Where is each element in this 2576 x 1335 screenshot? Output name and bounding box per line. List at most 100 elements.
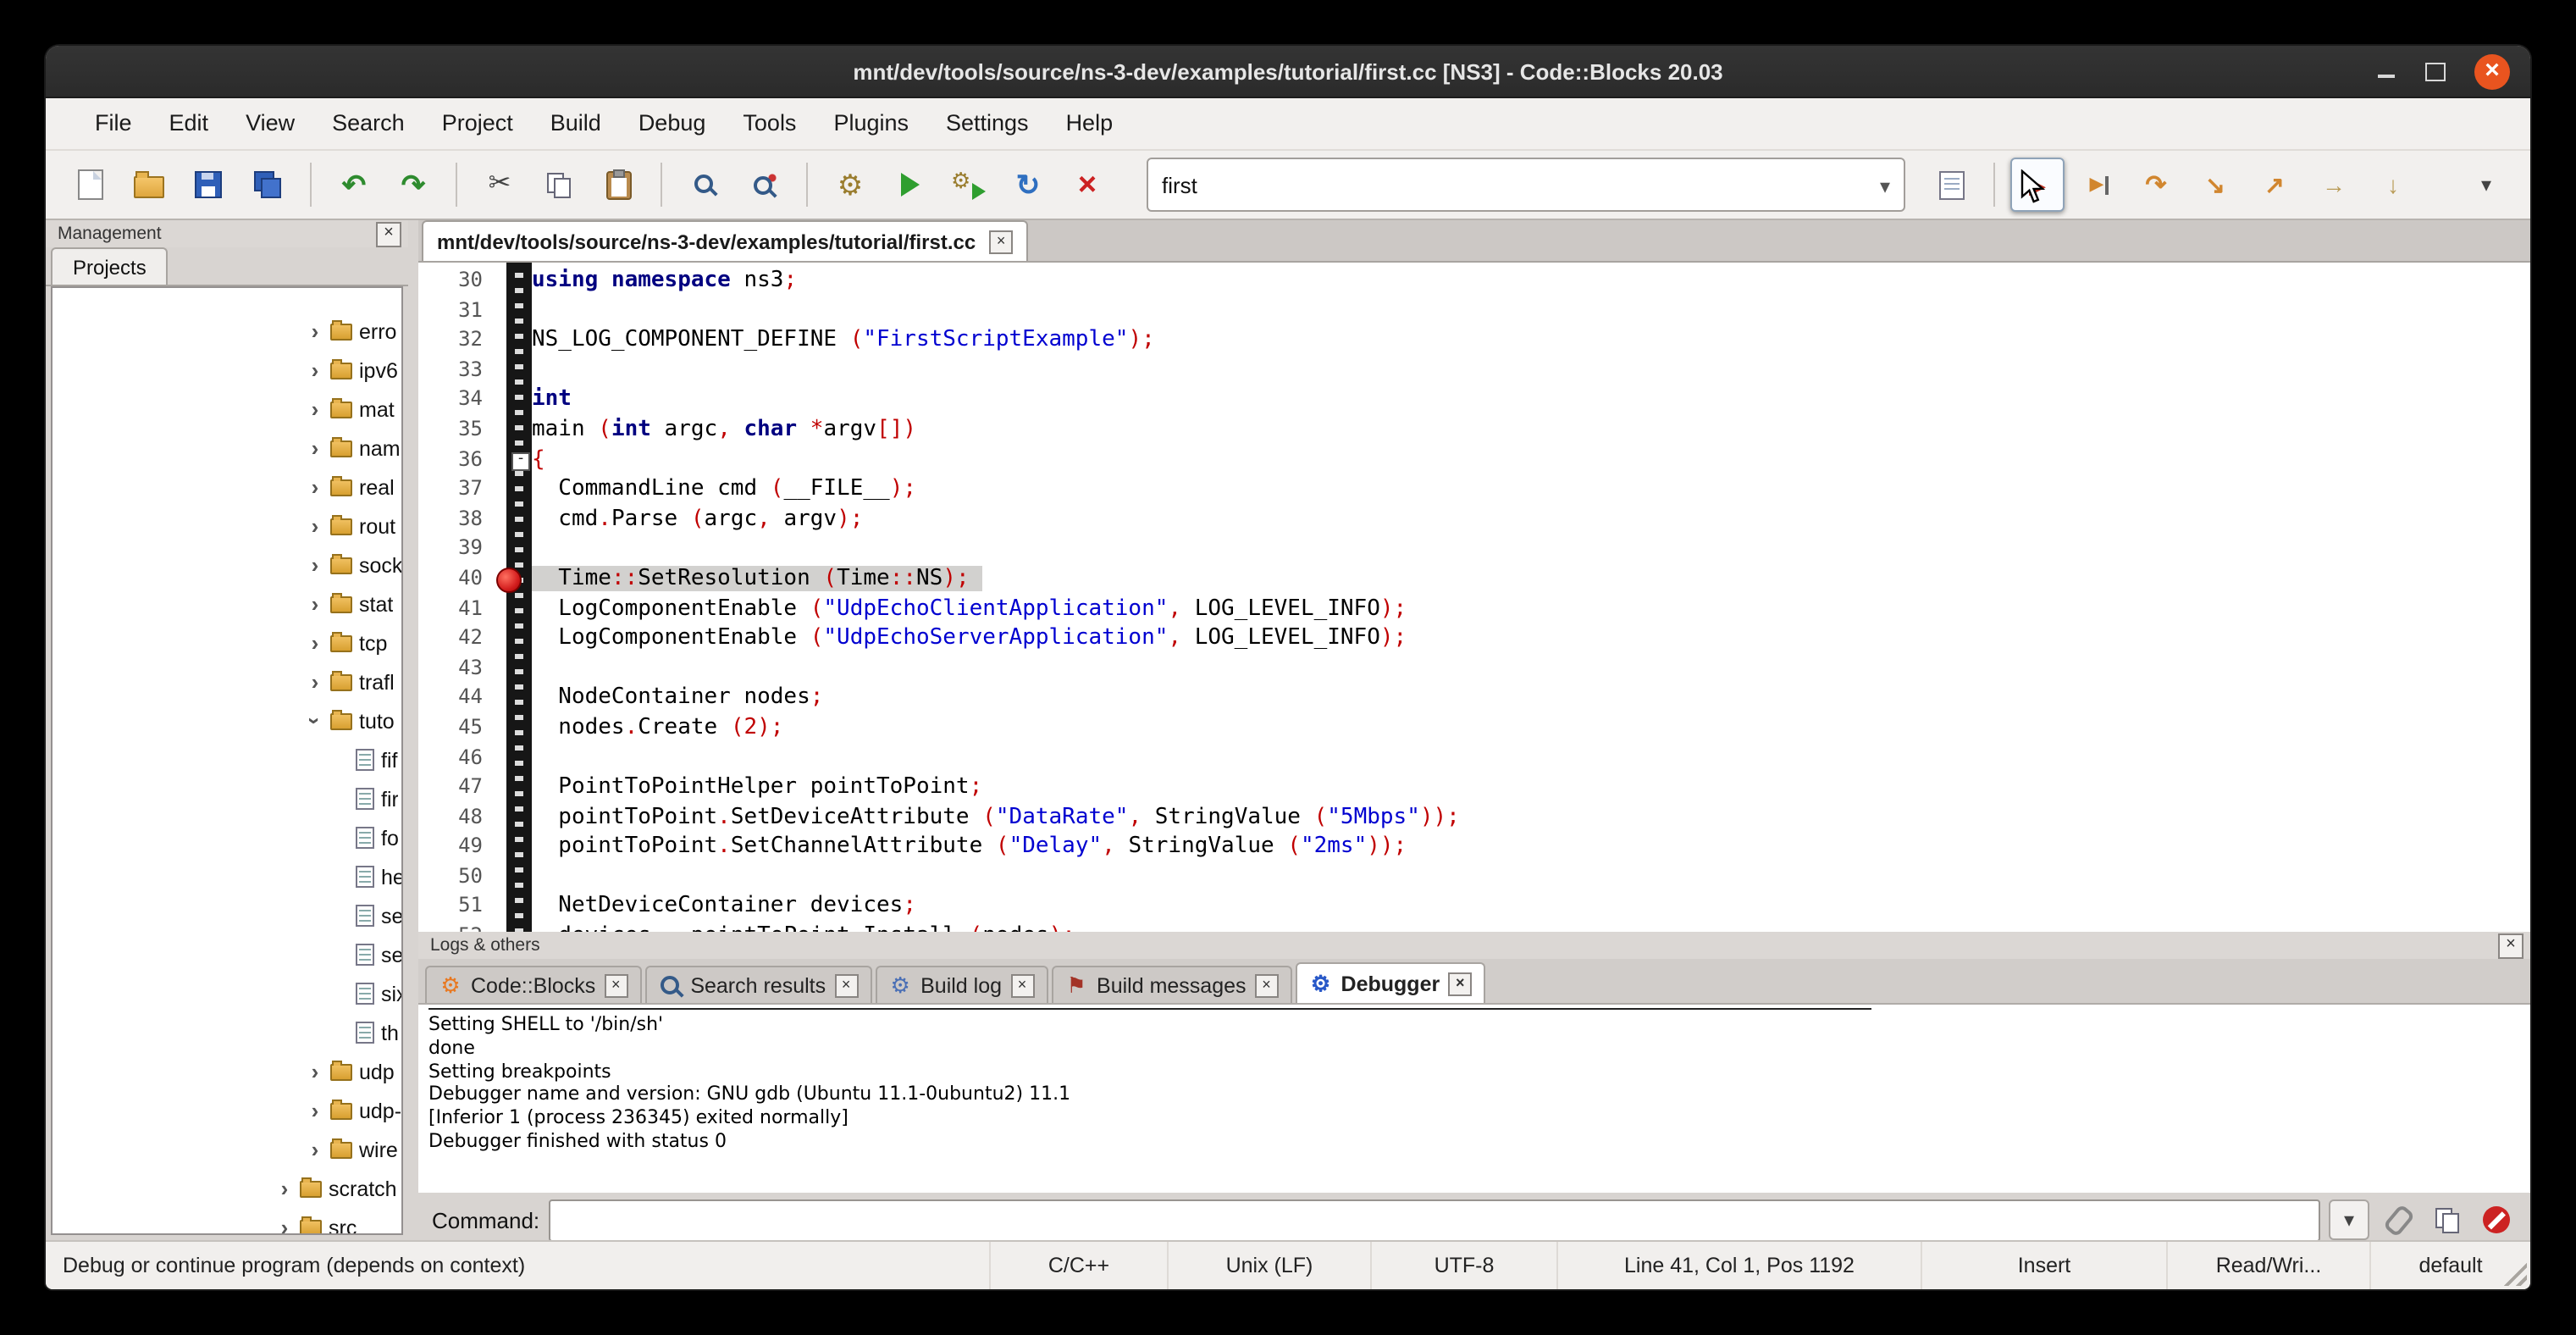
tree-item[interactable]: six: [53, 974, 401, 1013]
step-out-button[interactable]: [2247, 158, 2302, 212]
debugger-output[interactable]: Setting SHELL to '/bin/sh'doneSetting br…: [418, 1003, 2530, 1193]
tree-item[interactable]: wire: [53, 1130, 401, 1169]
menu-debug[interactable]: Debug: [620, 98, 725, 149]
close-icon[interactable]: [2474, 53, 2510, 89]
line-number[interactable]: 48: [418, 802, 493, 832]
titlebar[interactable]: mnt/dev/tools/source/ns-3-dev/examples/t…: [46, 46, 2530, 98]
menu-settings[interactable]: Settings: [927, 98, 1048, 149]
attach-file-button[interactable]: [2378, 1199, 2418, 1240]
close-tab-icon[interactable]: [1255, 973, 1279, 997]
chevron-collapsed-icon[interactable]: [305, 435, 325, 461]
menu-search[interactable]: Search: [313, 98, 423, 149]
build-button[interactable]: [823, 158, 877, 212]
tree-item[interactable]: udp-: [53, 1091, 401, 1130]
chevron-collapsed-icon[interactable]: [305, 591, 325, 617]
line-number[interactable]: 40: [418, 564, 493, 594]
tree-item[interactable]: fir: [53, 779, 401, 818]
chevron-collapsed-icon[interactable]: [305, 669, 325, 695]
tree-item[interactable]: th: [53, 1013, 401, 1052]
tree-item[interactable]: tcp: [53, 623, 401, 662]
close-tab-icon[interactable]: [989, 230, 1013, 253]
tree-item[interactable]: sock: [53, 546, 401, 584]
run-button[interactable]: [882, 158, 937, 212]
line-number[interactable]: 39: [418, 535, 493, 564]
save-all-button[interactable]: [240, 158, 295, 212]
run-to-cursor-button[interactable]: [2070, 158, 2124, 212]
menu-file[interactable]: File: [76, 98, 151, 149]
logs-tab-build-messages[interactable]: Build messages: [1051, 966, 1292, 1003]
line-number[interactable]: 44: [418, 684, 493, 713]
menu-view[interactable]: View: [227, 98, 313, 149]
line-number[interactable]: 33: [418, 356, 493, 385]
tree-item[interactable]: se: [53, 896, 401, 935]
menu-tools[interactable]: Tools: [724, 98, 815, 149]
logs-tab-code-blocks[interactable]: Code::Blocks: [425, 966, 641, 1003]
logs-tab-search-results[interactable]: Search results: [644, 966, 871, 1003]
tree-item[interactable]: udp: [53, 1052, 401, 1091]
tree-item[interactable]: erro: [53, 312, 401, 351]
toolbar-overflow-button[interactable]: [2459, 158, 2513, 212]
close-tab-icon[interactable]: [604, 973, 627, 997]
chevron-collapsed-icon[interactable]: [305, 319, 325, 344]
redo-button[interactable]: [386, 158, 440, 212]
fold-marker-icon[interactable]: [511, 451, 530, 470]
close-logs-icon[interactable]: [2498, 933, 2523, 958]
chevron-collapsed-icon[interactable]: [305, 1098, 325, 1123]
new-file-button[interactable]: [63, 158, 117, 212]
tree-item[interactable]: fif: [53, 740, 401, 779]
line-number[interactable]: 43: [418, 653, 493, 683]
undo-button[interactable]: [327, 158, 381, 212]
tree-item[interactable]: ipv6: [53, 351, 401, 390]
chevron-collapsed-icon[interactable]: [305, 1137, 325, 1162]
save-button[interactable]: [181, 158, 235, 212]
tree-item[interactable]: scratch: [53, 1169, 401, 1208]
chevron-collapsed-icon[interactable]: [305, 552, 325, 578]
line-number[interactable]: 32: [418, 325, 493, 355]
line-number[interactable]: 51: [418, 892, 493, 922]
chevron-collapsed-icon[interactable]: [274, 1176, 295, 1201]
command-input[interactable]: [548, 1199, 2320, 1241]
line-number[interactable]: 42: [418, 623, 493, 653]
chevron-collapsed-icon[interactable]: [305, 396, 325, 422]
menu-plugins[interactable]: Plugins: [815, 98, 927, 149]
line-number[interactable]: 52: [418, 922, 493, 932]
paste-button[interactable]: [591, 158, 645, 212]
tree-item[interactable]: real: [53, 468, 401, 507]
line-number[interactable]: 31: [418, 296, 493, 325]
tree-item[interactable]: nam: [53, 429, 401, 468]
close-panel-icon[interactable]: [376, 221, 401, 247]
build-target-combo[interactable]: first: [1147, 158, 1905, 212]
find-button[interactable]: [677, 158, 732, 212]
line-number[interactable]: 41: [418, 594, 493, 623]
cut-button[interactable]: [473, 158, 527, 212]
build-and-run-button[interactable]: [942, 158, 996, 212]
logs-tab-build-log[interactable]: Build log: [875, 966, 1048, 1003]
tree-item[interactable]: mat: [53, 390, 401, 429]
line-number[interactable]: 38: [418, 505, 493, 535]
line-number[interactable]: 45: [418, 713, 493, 743]
next-line-button[interactable]: [2129, 158, 2183, 212]
abort-button[interactable]: [1060, 158, 1114, 212]
tree-item[interactable]: he: [53, 857, 401, 896]
chevron-collapsed-icon[interactable]: [305, 357, 325, 383]
rebuild-button[interactable]: [1001, 158, 1055, 212]
tree-item[interactable]: se: [53, 935, 401, 974]
open-file-button[interactable]: [122, 158, 176, 212]
clear-output-button[interactable]: [2476, 1199, 2517, 1240]
tree-item[interactable]: stat: [53, 584, 401, 623]
copy-button[interactable]: [532, 158, 586, 212]
line-number[interactable]: 34: [418, 385, 493, 415]
line-number[interactable]: 47: [418, 773, 493, 802]
line-number[interactable]: 36: [418, 445, 493, 474]
close-tab-icon[interactable]: [1448, 972, 1472, 995]
line-number[interactable]: 35: [418, 415, 493, 445]
tree-item[interactable]: tuto: [53, 701, 401, 740]
line-number[interactable]: 30: [418, 266, 493, 296]
code-area[interactable]: 30using namespace ns3;3132NS_LOG_COMPONE…: [418, 263, 2530, 932]
line-number[interactable]: 50: [418, 862, 493, 892]
tree-item[interactable]: fo: [53, 818, 401, 857]
chevron-collapsed-icon[interactable]: [305, 1059, 325, 1084]
close-tab-icon[interactable]: [1010, 973, 1034, 997]
next-instruction-button[interactable]: [2307, 158, 2361, 212]
editor-tab-first-cc[interactable]: mnt/dev/tools/source/ns-3-dev/examples/t…: [422, 220, 1028, 261]
